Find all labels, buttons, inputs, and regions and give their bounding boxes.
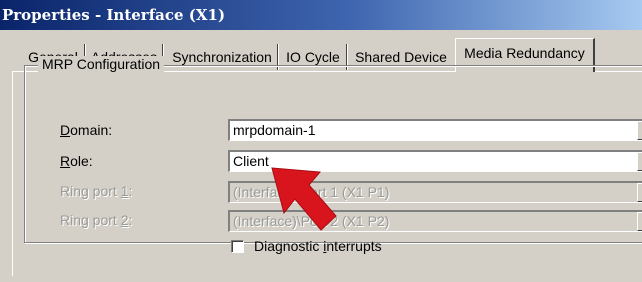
ring-port-2-label: Ring port 2: [60, 212, 132, 228]
role-label: Role: [60, 153, 93, 169]
chevron-down-icon [637, 212, 642, 231]
title-bar[interactable]: Properties - Interface (X1) [0, 0, 642, 30]
domain-label: Domain: [60, 122, 112, 138]
ring-port-1-label-colon: : [128, 183, 133, 199]
domain-label-hotkey: D [60, 122, 71, 138]
ring-port-2-label-text: Ring port [60, 212, 121, 228]
ring-port-2-label-hotkey: 2 [120, 212, 129, 228]
window-title: Properties - Interface (X1) [2, 6, 226, 24]
role-label-hotkey: R [60, 153, 71, 169]
group-title: MRP Configuration [38, 56, 165, 72]
diagnostic-interrupts-checkbox[interactable] [231, 240, 244, 253]
domain-label-text: omain: [70, 122, 113, 138]
properties-window: Properties - Interface (X1) General Addr… [0, 0, 642, 282]
red-arrow-annotation-icon [271, 167, 337, 231]
role-label-text: ole: [70, 153, 93, 169]
chevron-down-icon[interactable] [637, 152, 642, 171]
tab-label: Media Redundancy [464, 45, 585, 61]
ring-port-1-label: Ring port 1: [60, 183, 132, 199]
domain-select[interactable]: mrpdomain-1 [228, 119, 642, 141]
tab-label: Shared Device [355, 49, 447, 65]
chevron-down-icon[interactable] [637, 121, 642, 140]
tab-label: IO Cycle [286, 49, 340, 65]
ring-port-1-label-hotkey: 1 [120, 183, 129, 199]
chevron-down-icon [637, 183, 642, 202]
ring-port-1-label-text: Ring port [60, 183, 121, 199]
tab-label: Synchronization [172, 49, 272, 65]
ring-port-2-label-colon: : [128, 212, 133, 228]
domain-value: mrpdomain-1 [233, 122, 316, 138]
